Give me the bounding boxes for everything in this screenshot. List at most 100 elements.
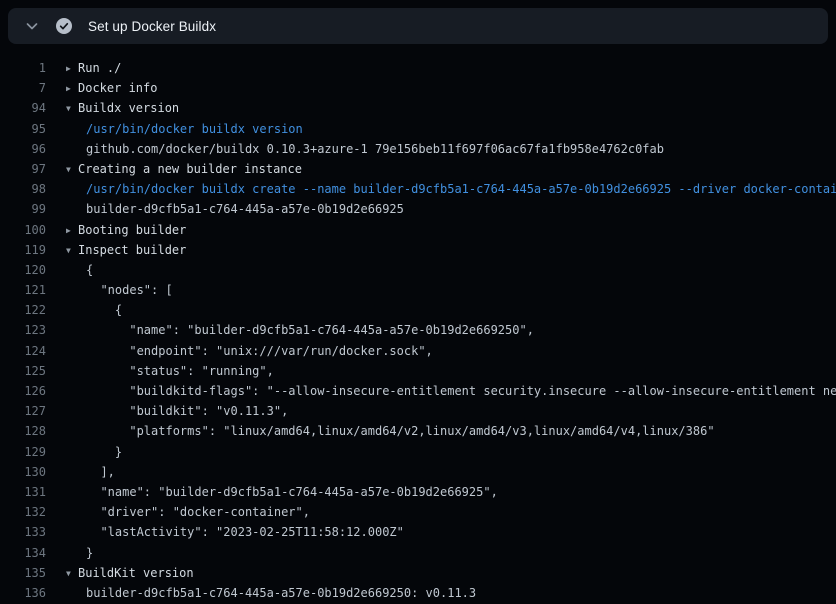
line-number[interactable]: 121 <box>0 280 46 300</box>
log-line-row: 129 } <box>0 442 836 462</box>
log-line-row: 123 "name": "builder-d9cfb5a1-c764-445a-… <box>0 320 836 340</box>
line-text: "buildkitd-flags": "--allow-insecure-ent… <box>66 384 836 398</box>
line-number[interactable]: 131 <box>0 482 46 502</box>
line-number[interactable]: 129 <box>0 442 46 462</box>
line-number[interactable]: 125 <box>0 361 46 381</box>
line-body: } <box>66 442 122 462</box>
line-text: { <box>66 303 122 317</box>
line-text: ], <box>66 465 115 479</box>
log-group-row[interactable]: 100 ▶Booting builder <box>0 220 836 240</box>
line-number[interactable]: 127 <box>0 401 46 421</box>
line-text: BuildKit version <box>78 566 194 580</box>
step-header-row[interactable]: Set up Docker Buildx <box>8 8 828 44</box>
line-body[interactable]: ▶Booting builder <box>66 220 186 240</box>
line-number[interactable]: 122 <box>0 300 46 320</box>
log-line-row: 96 github.com/docker/buildx 0.10.3+azure-… <box>0 139 836 159</box>
log-line-row: 121 "nodes": [ <box>0 280 836 300</box>
line-body[interactable]: ▶Run ./ <box>66 58 121 78</box>
line-number[interactable]: 99 <box>0 199 46 219</box>
line-number[interactable]: 1 <box>0 58 46 78</box>
line-text: "lastActivity": "2023-02-25T11:58:12.000… <box>66 525 404 539</box>
group-collapsed-icon[interactable]: ▶ <box>66 59 78 78</box>
log-group-row[interactable]: 97 ▼Creating a new builder instance <box>0 159 836 179</box>
group-collapsed-icon[interactable]: ▶ <box>66 221 78 240</box>
line-text: "endpoint": "unix:///var/run/docker.sock… <box>66 344 433 358</box>
line-text: "nodes": [ <box>66 283 173 297</box>
log-line-row: 122 { <box>0 300 836 320</box>
group-expanded-icon[interactable]: ▼ <box>66 99 78 118</box>
line-number[interactable]: 132 <box>0 502 46 522</box>
log-group-row[interactable]: 1 ▶Run ./ <box>0 58 836 78</box>
line-body[interactable]: ▼Creating a new builder instance <box>66 159 302 179</box>
log-line-row: 124 "endpoint": "unix:///var/run/docker.… <box>0 341 836 361</box>
line-body[interactable]: ▶Docker info <box>66 78 157 98</box>
line-text: { <box>66 263 93 277</box>
group-expanded-icon[interactable]: ▼ <box>66 564 78 583</box>
log-group-row[interactable]: 7 ▶Docker info <box>0 78 836 98</box>
group-collapsed-icon[interactable]: ▶ <box>66 79 78 98</box>
line-body: { <box>66 300 122 320</box>
line-number[interactable]: 134 <box>0 543 46 563</box>
line-body: "buildkit": "v0.11.3", <box>66 401 288 421</box>
line-number[interactable]: 119 <box>0 240 46 260</box>
line-text: "name": "builder-d9cfb5a1-c764-445a-a57e… <box>66 485 498 499</box>
line-number[interactable]: 97 <box>0 159 46 179</box>
log-line-row: 98/usr/bin/docker buildx create --name b… <box>0 179 836 199</box>
group-expanded-icon[interactable]: ▼ <box>66 160 78 179</box>
line-number[interactable]: 96 <box>0 139 46 159</box>
line-text: Inspect builder <box>78 243 186 257</box>
line-body: { <box>66 260 93 280</box>
log-line-row: 133 "lastActivity": "2023-02-25T11:58:12… <box>0 522 836 542</box>
log-line-row: 130 ], <box>0 462 836 482</box>
line-number[interactable]: 133 <box>0 522 46 542</box>
line-number[interactable]: 94 <box>0 98 46 118</box>
log-group-row[interactable]: 94 ▼Buildx version <box>0 98 836 118</box>
line-body: "driver": "docker-container", <box>66 502 310 522</box>
line-text: Creating a new builder instance <box>78 162 302 176</box>
log-line-row: 99 builder-d9cfb5a1-c764-445a-a57e-0b19d2… <box>0 199 836 219</box>
log-line-row: 95/usr/bin/docker buildx version <box>0 119 836 139</box>
line-text: Docker info <box>78 81 157 95</box>
line-body: /usr/bin/docker buildx version <box>66 119 303 139</box>
log-group-row[interactable]: 119 ▼Inspect builder <box>0 240 836 260</box>
log-line-row: 120 { <box>0 260 836 280</box>
line-number[interactable]: 130 <box>0 462 46 482</box>
line-number[interactable]: 123 <box>0 320 46 340</box>
line-number[interactable]: 100 <box>0 220 46 240</box>
log-line-row: 136builder-d9cfb5a1-c764-445a-a57e-0b19d… <box>0 583 836 603</box>
line-number[interactable]: 120 <box>0 260 46 280</box>
line-number[interactable]: 124 <box>0 341 46 361</box>
line-body[interactable]: ▼BuildKit version <box>66 563 194 583</box>
line-number[interactable]: 95 <box>0 119 46 139</box>
line-body: "endpoint": "unix:///var/run/docker.sock… <box>66 341 433 361</box>
line-body: "platforms": "linux/amd64,linux/amd64/v2… <box>66 421 715 441</box>
line-number[interactable]: 135 <box>0 563 46 583</box>
line-text: } <box>66 546 93 560</box>
log-group-row[interactable]: 135 ▼BuildKit version <box>0 563 836 583</box>
line-text: /usr/bin/docker buildx version <box>66 122 303 136</box>
line-text: "driver": "docker-container", <box>66 505 310 519</box>
line-number[interactable]: 98 <box>0 179 46 199</box>
log-line-row: 126 "buildkitd-flags": "--allow-insecure… <box>0 381 836 401</box>
line-body: "nodes": [ <box>66 280 173 300</box>
line-text: } <box>66 445 122 459</box>
group-expanded-icon[interactable]: ▼ <box>66 241 78 260</box>
line-number[interactable]: 7 <box>0 78 46 98</box>
line-text: "platforms": "linux/amd64,linux/amd64/v2… <box>66 424 715 438</box>
log-line-row: 132 "driver": "docker-container", <box>0 502 836 522</box>
line-body: "lastActivity": "2023-02-25T11:58:12.000… <box>66 522 404 542</box>
log-line-row: 127 "buildkit": "v0.11.3", <box>0 401 836 421</box>
line-body[interactable]: ▼Buildx version <box>66 98 179 118</box>
line-text: builder-d9cfb5a1-c764-445a-a57e-0b19d2e6… <box>66 202 404 216</box>
line-body: "buildkitd-flags": "--allow-insecure-ent… <box>66 381 836 401</box>
line-body[interactable]: ▼Inspect builder <box>66 240 186 260</box>
line-text: "status": "running", <box>66 364 274 378</box>
line-body: github.com/docker/buildx 0.10.3+azure-1 … <box>66 139 664 159</box>
chevron-down-icon[interactable] <box>24 18 40 34</box>
step-header-wrap: Set up Docker Buildx <box>0 0 836 44</box>
line-number[interactable]: 126 <box>0 381 46 401</box>
line-number[interactable]: 128 <box>0 421 46 441</box>
line-text: /usr/bin/docker buildx create --name bui… <box>66 182 836 196</box>
line-text: "name": "builder-d9cfb5a1-c764-445a-a57e… <box>66 323 534 337</box>
line-number[interactable]: 136 <box>0 583 46 603</box>
